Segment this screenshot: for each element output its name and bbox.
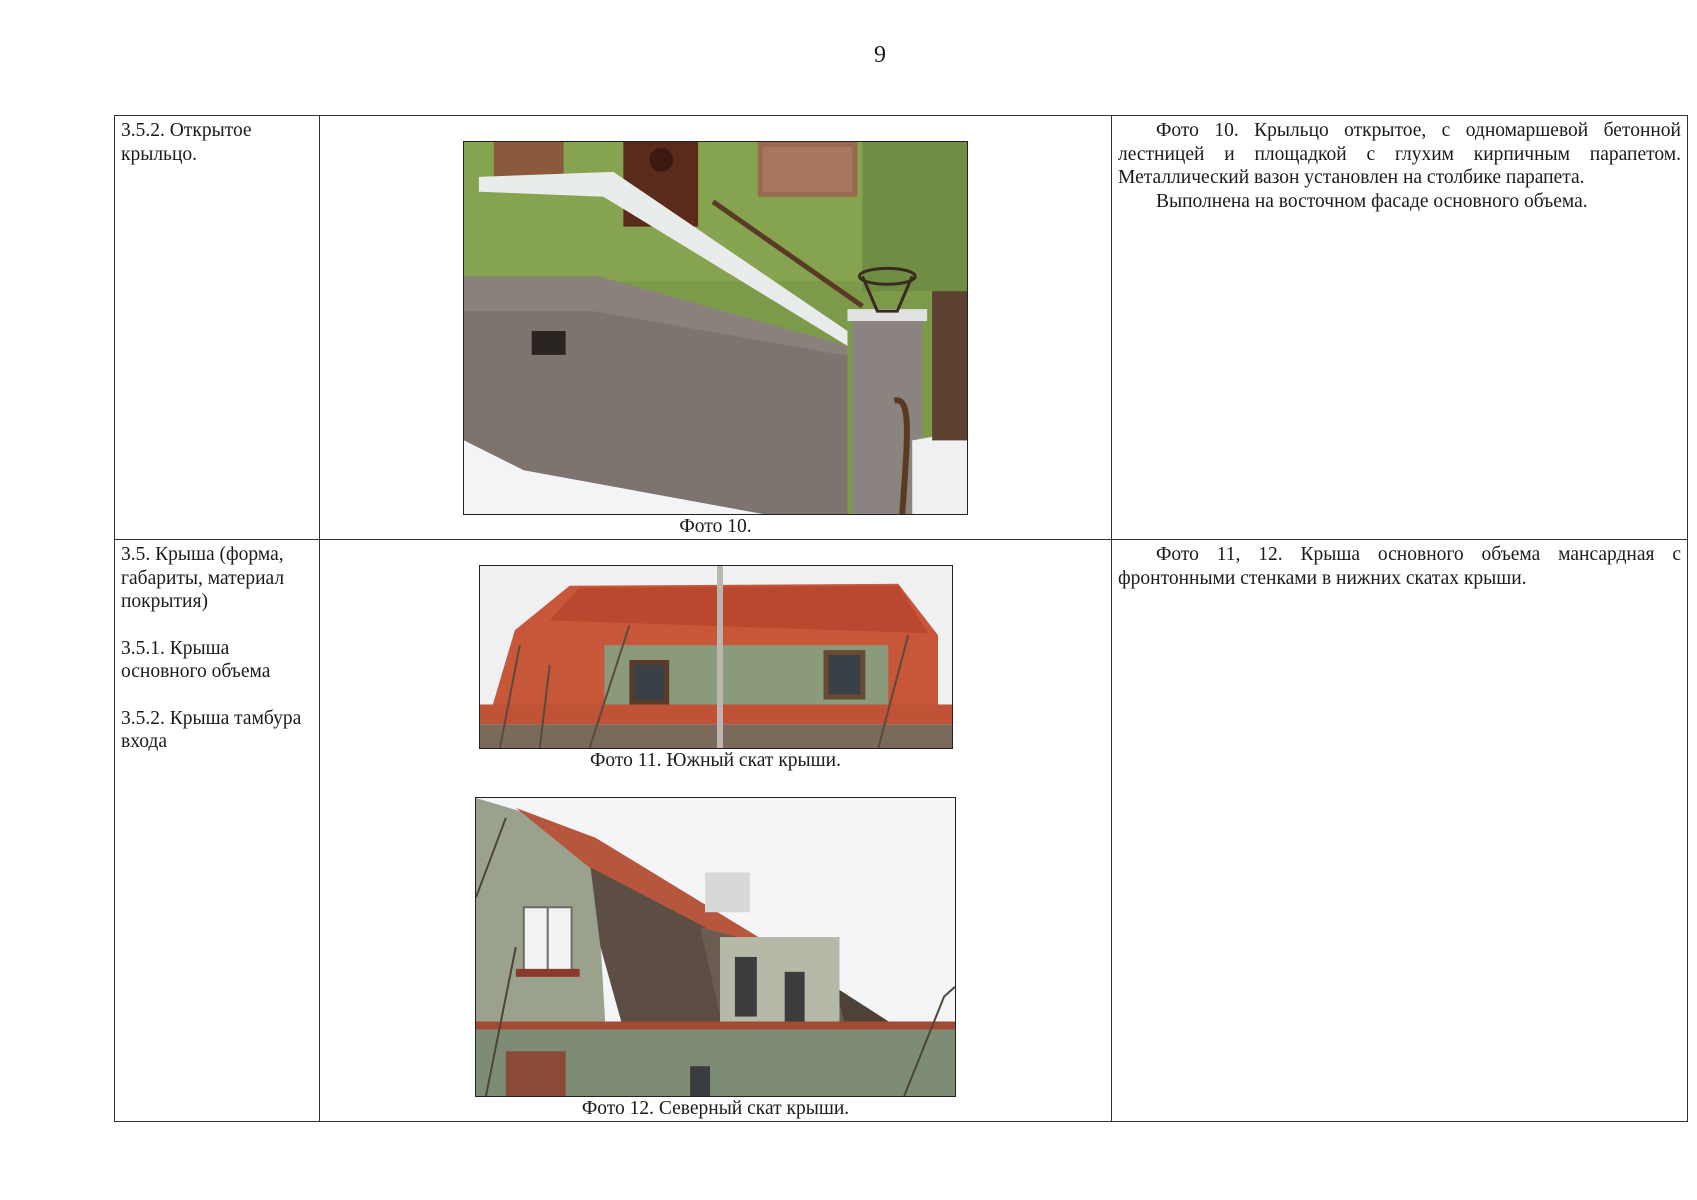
open-porch-photo (463, 141, 968, 515)
photo-caption: Фото 11. Южный скат крыши. (590, 750, 841, 771)
description-cell: Фото 10. Крыльцо открытое, с одномаршево… (1111, 115, 1688, 540)
photo-caption: Фото 12. Северный скат крыши. (581, 1098, 850, 1119)
page-number: 9 (874, 42, 886, 68)
section-label-cell: 3.5.2. Открытое крыльцо. (114, 115, 320, 540)
description-paragraph: Фото 10. Крыльцо открытое, с одномаршево… (1118, 120, 1681, 188)
section-label: 3.5.1. Крыша основного объема (121, 637, 271, 683)
table-row: 3.5. Крыша (форма, габариты, материал по… (114, 539, 1688, 1122)
section-label: 3.5. Крыша (форма, габариты, материал по… (121, 544, 285, 612)
north-roof-slope-photo (475, 797, 956, 1097)
section-label-cell: 3.5. Крыша (форма, габариты, материал по… (114, 539, 320, 1122)
photo-cell: Фото 10. (319, 115, 1112, 540)
south-roof-slope-photo (478, 565, 953, 749)
photo-figure: Фото 12. Северный скат крыши. (320, 773, 1111, 1121)
inspection-table: 3.5.2. Открытое крыльцо. Фото 10. Фото 1… (114, 115, 1688, 1122)
section-label: 3.5.2. Крыша тамбура входа (121, 707, 302, 753)
photo-figure: Фото 10. (320, 116, 1111, 539)
description-cell: Фото 11, 12. Крыша основного объема манс… (1111, 539, 1688, 1122)
description-paragraph: Выполнена на восточном фасаде основного … (1156, 190, 1588, 212)
photo-figure: Фото 11. Южный скат крыши. (320, 540, 1111, 773)
description-paragraph: Фото 11, 12. Крыша основного объема манс… (1118, 544, 1681, 589)
photo-cell: Фото 11. Южный скат крыши. Фото 12. Севе… (319, 539, 1112, 1122)
table-row: 3.5.2. Открытое крыльцо. Фото 10. Фото 1… (114, 115, 1688, 540)
section-label: 3.5.2. Открытое крыльцо. (121, 120, 252, 165)
photo-caption: Фото 10. (679, 516, 752, 537)
